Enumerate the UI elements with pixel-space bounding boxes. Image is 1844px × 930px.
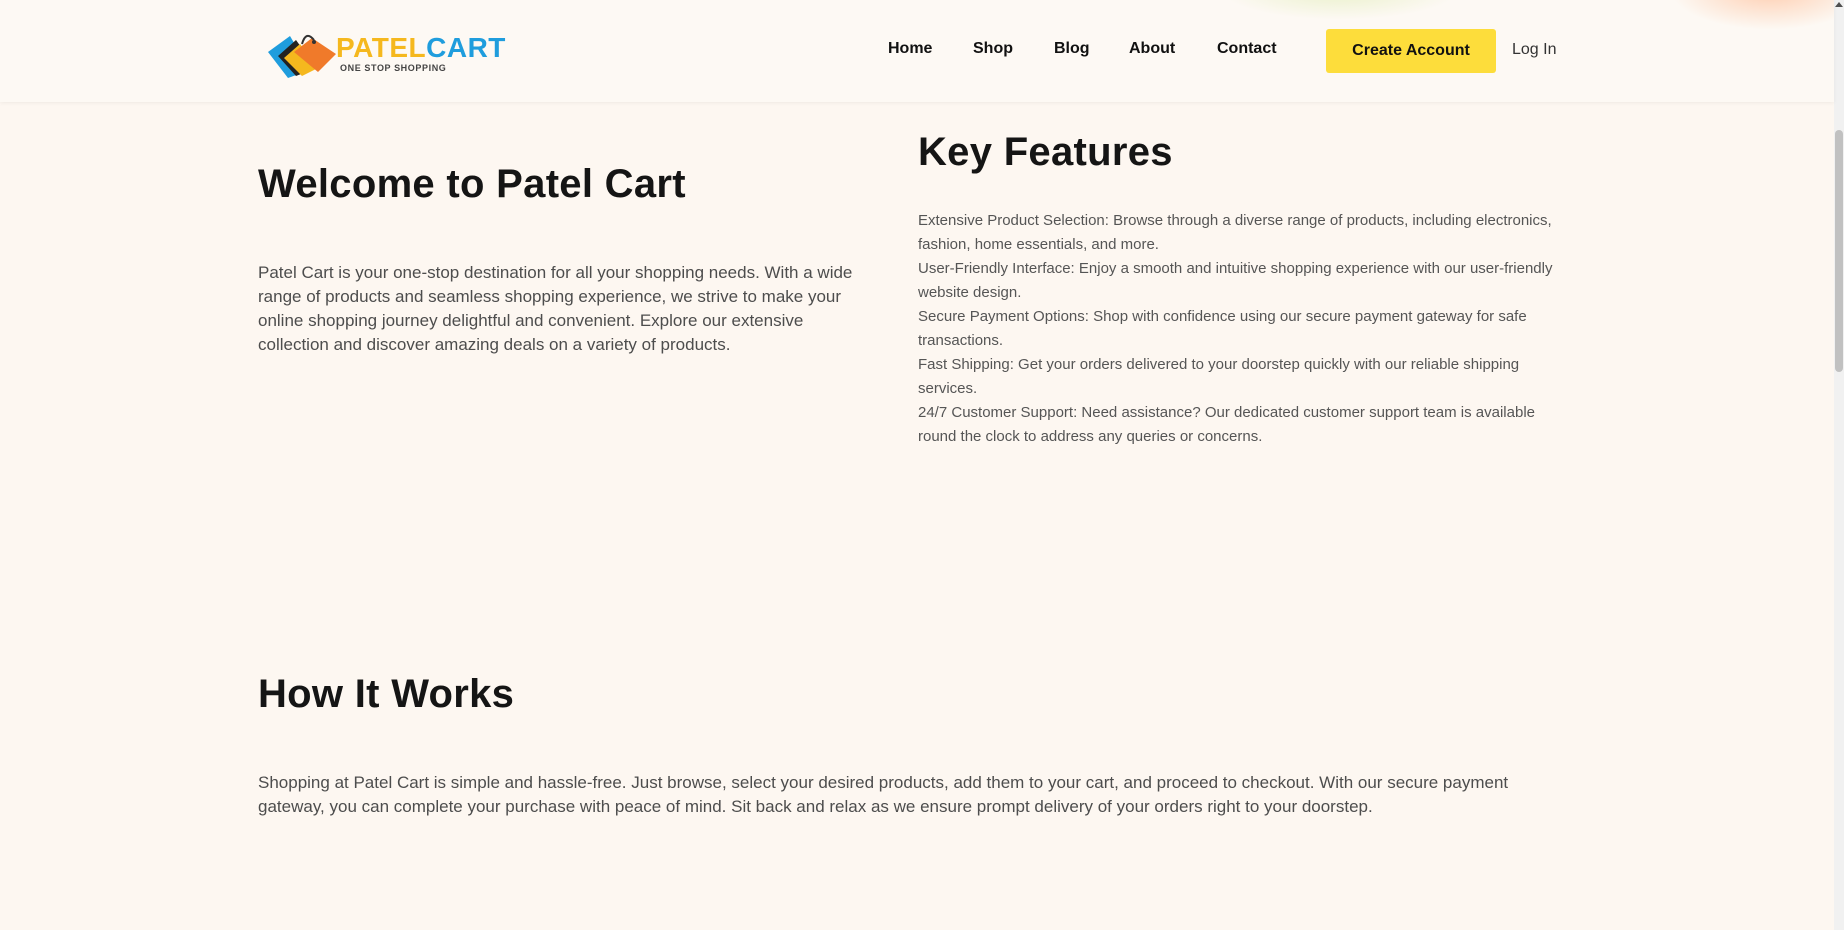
nav-about[interactable]: About [1129, 40, 1175, 58]
decorative-blob [1670, 0, 1834, 30]
scrollbar-thumb[interactable] [1835, 130, 1843, 372]
key-features-heading: Key Features [918, 130, 1173, 174]
nav-home[interactable]: Home [888, 40, 932, 58]
logo-tagline: ONE STOP SHOPPING [340, 63, 447, 73]
scroll-up-arrow-icon[interactable] [1835, 2, 1843, 7]
how-it-works-heading: How It Works [258, 672, 515, 716]
nav-contact[interactable]: Contact [1217, 40, 1277, 58]
decorative-blob [1220, 0, 1460, 20]
nav-shop[interactable]: Shop [973, 40, 1013, 58]
key-features-list: Extensive Product Selection: Browse thro… [918, 209, 1558, 449]
feature-item: Extensive Product Selection: Browse thro… [918, 212, 1552, 253]
site-header: PATELCART ONE STOP SHOPPING Home Shop Bl… [0, 0, 1834, 102]
feature-item: Secure Payment Options: Shop with confid… [918, 308, 1527, 349]
create-account-button[interactable]: Create Account [1326, 29, 1496, 73]
welcome-heading: Welcome to Patel Cart [258, 162, 686, 206]
login-link[interactable]: Log In [1512, 41, 1556, 59]
how-it-works-text: Shopping at Patel Cart is simple and has… [258, 773, 1509, 816]
site-logo[interactable]: PATELCART ONE STOP SHOPPING [266, 30, 505, 80]
feature-item: 24/7 Customer Support: Need assistance? … [918, 404, 1535, 445]
shopping-bag-logo-icon [266, 30, 338, 80]
logo-text-patel: PATEL [336, 32, 427, 63]
welcome-text: Patel Cart is your one-stop destination … [258, 263, 853, 354]
logo-wordmark: PATELCART ONE STOP SHOPPING [336, 32, 506, 74]
feature-item: User-Friendly Interface: Enjoy a smooth … [918, 260, 1553, 301]
page-scrollbar[interactable] [1834, 0, 1844, 930]
nav-blog[interactable]: Blog [1054, 40, 1090, 58]
feature-item: Fast Shipping: Get your orders delivered… [918, 356, 1520, 397]
logo-text-cart: CART [426, 32, 506, 63]
